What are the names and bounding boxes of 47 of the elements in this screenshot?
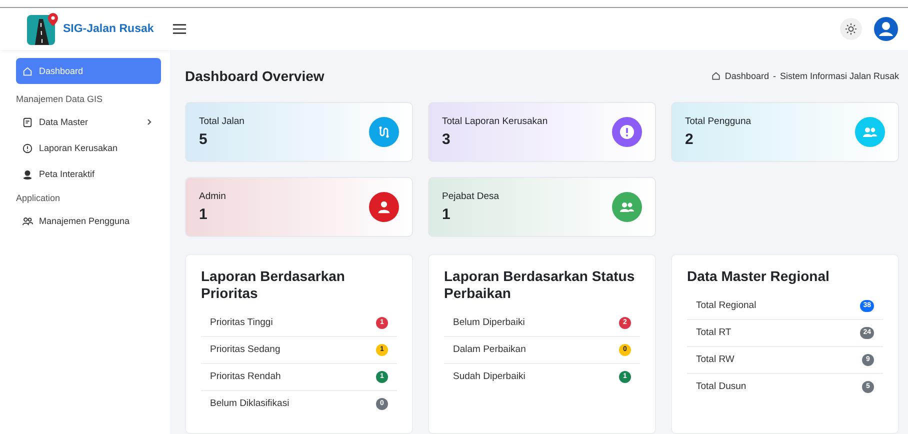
sun-icon (845, 23, 857, 35)
sidebar-item[interactable]: Peta Interaktif (16, 161, 161, 187)
page-title: Dashboard Overview (185, 68, 324, 84)
stat-value: 1 (199, 206, 208, 223)
breadcrumb-item: Sistem Informasi Jalan Rusak (780, 71, 899, 81)
stat-value: 2 (685, 131, 694, 148)
row-label: Prioritas Tinggi (210, 317, 273, 328)
row-label: Belum Diklasifikasi (210, 398, 290, 410)
stat-label: Total Jalan (199, 116, 244, 127)
sidebar-item[interactable]: Dashboard (16, 58, 161, 84)
theme-toggle-button[interactable] (840, 18, 862, 40)
row-label: Dalam Perbaikan (453, 344, 526, 356)
user-avatar-icon[interactable] (874, 17, 898, 41)
stat-label: Admin (199, 191, 226, 202)
breadcrumb-separator: - (772, 71, 776, 81)
row-label: Total Dusun (696, 381, 746, 392)
stat-value: 1 (442, 206, 452, 223)
document-icon (22, 116, 33, 128)
row-label: Total Regional (696, 300, 756, 312)
card-title: Data Master Regional (687, 268, 830, 285)
sidebar-section-heading: Application (16, 192, 62, 205)
card-title: Laporan Berdasarkan Prioritas (201, 268, 346, 302)
stat-label: Pejabat Desa (442, 191, 500, 202)
breadcrumb-item[interactable]: Dashboard (724, 71, 769, 81)
row-label: Total RW (696, 354, 734, 366)
stat-label: Total Laporan Kerusakan (442, 116, 548, 127)
row-label: Sudah Diperbaiki (453, 371, 526, 382)
card-title: Laporan Berdasarkan Status Perbaikan (444, 268, 636, 302)
alert-circle-icon (22, 142, 33, 154)
users-icon (22, 216, 33, 226)
home-icon (22, 66, 33, 76)
sidebar-section-heading: Manajemen Data GIS (16, 93, 104, 106)
road-logo-icon (27, 13, 59, 45)
home-icon (710, 71, 721, 81)
stat-value: 5 (199, 131, 208, 148)
row-label: Total RT (696, 327, 732, 338)
row-label: Prioritas Sedang (210, 344, 280, 356)
row-label: Belum Diperbaiki (453, 317, 525, 328)
row-label: Prioritas Rendah (210, 371, 281, 382)
brand-name[interactable]: SIG-Jalan Rusak (63, 23, 154, 35)
chevron-icon (145, 118, 153, 126)
menu-icon[interactable] (173, 23, 186, 35)
stat-value: 3 (442, 131, 452, 148)
sidebar-item[interactable]: Data Master (16, 109, 161, 135)
sidebar-item[interactable]: Laporan Kerusakan (16, 135, 161, 161)
stat-label: Total Pengguna (685, 116, 752, 127)
sidebar-item[interactable]: Manajemen Pengguna (16, 208, 161, 234)
